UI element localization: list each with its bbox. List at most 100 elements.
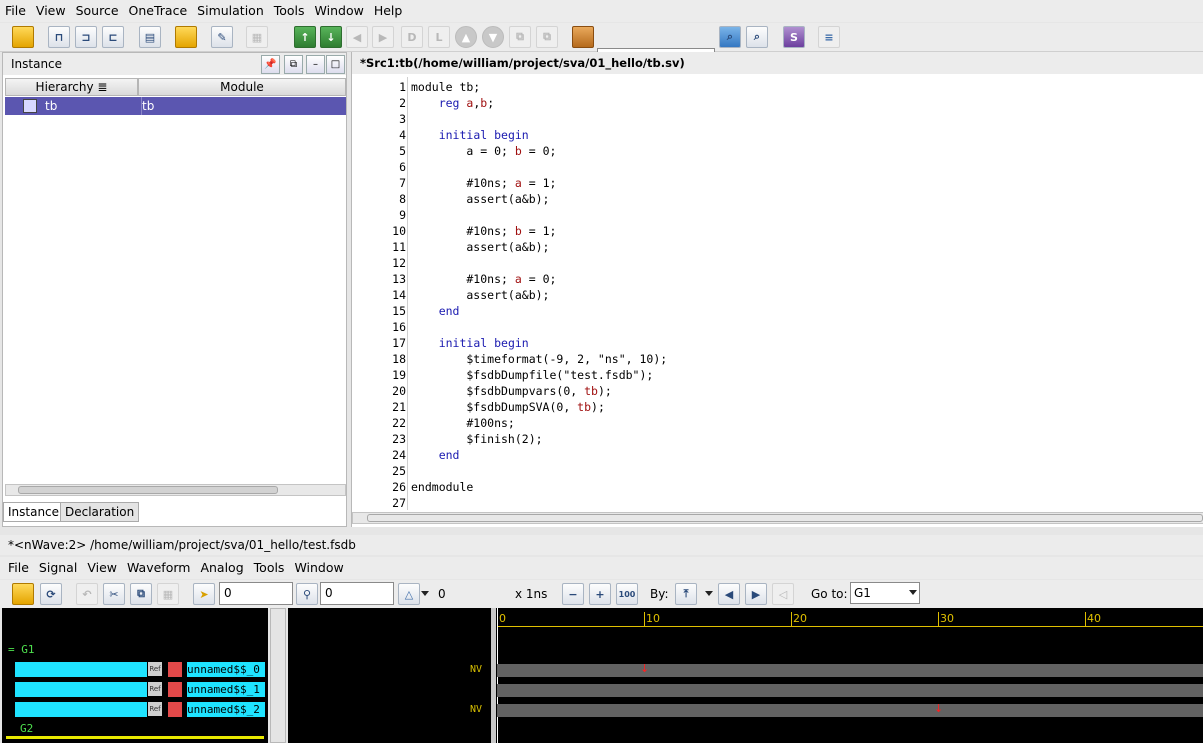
- zoom-out-icon[interactable]: −: [562, 583, 584, 605]
- menu-help[interactable]: Help: [369, 0, 408, 22]
- zoom-in-icon[interactable]: +: [589, 583, 611, 605]
- wave-menu-waveform[interactable]: Waveform: [122, 557, 195, 579]
- tab-declaration[interactable]: Declaration: [60, 502, 140, 522]
- code-line[interactable]: #10ns; b = 1;: [411, 223, 556, 239]
- driver-icon[interactable]: D: [401, 26, 423, 48]
- column-module[interactable]: Module: [138, 78, 346, 96]
- minimize-icon[interactable]: –: [306, 55, 325, 74]
- bookmark-icon[interactable]: [572, 26, 594, 48]
- wave-menu-view[interactable]: View: [82, 557, 122, 579]
- undock-icon[interactable]: ⧉: [284, 55, 303, 74]
- code-line[interactable]: initial begin: [411, 335, 529, 351]
- cut-icon[interactable]: ✂: [103, 583, 125, 605]
- folder-load-icon[interactable]: [175, 26, 197, 48]
- window-icon[interactable]: ▤: [139, 26, 161, 48]
- scroll-thumb[interactable]: [18, 486, 278, 494]
- marker-icon[interactable]: ⚲: [296, 583, 318, 605]
- signal-row-1[interactable]: Ref unnamed$$_1: [2, 682, 268, 697]
- collapse-icon[interactable]: ⧉: [536, 26, 558, 48]
- wave-menu-analog[interactable]: Analog: [195, 557, 248, 579]
- wave-menu-file[interactable]: File: [0, 557, 34, 579]
- edit-icon[interactable]: ✎: [211, 26, 233, 48]
- source-hscrollbar[interactable]: [352, 512, 1203, 524]
- code-line[interactable]: reg a,b;: [411, 95, 494, 111]
- search-back-icon[interactable]: ◁: [772, 583, 794, 605]
- column-menu-icon[interactable]: ≣: [97, 80, 107, 94]
- reload-icon[interactable]: ⟳: [40, 583, 62, 605]
- paste-icon[interactable]: ▦: [157, 583, 179, 605]
- cursor-time-field[interactable]: 0: [219, 582, 293, 605]
- column-hierarchy[interactable]: Hierarchy ≣: [5, 78, 138, 96]
- search-by-icon[interactable]: ⤒: [675, 583, 697, 605]
- load-icon[interactable]: L: [428, 26, 450, 48]
- code-line[interactable]: #10ns; a = 0;: [411, 271, 556, 287]
- menu-onetrace[interactable]: OneTrace: [124, 0, 193, 22]
- code-line[interactable]: $fsdbDumpSVA(0, tb);: [411, 399, 605, 415]
- search-icon[interactable]: ⌕: [719, 26, 741, 48]
- code-line[interactable]: end: [411, 303, 460, 319]
- pin-icon[interactable]: 📌: [261, 55, 280, 74]
- assertion-fail-marker-icon[interactable]: ↓: [640, 662, 649, 676]
- code-editor[interactable]: 1 2 3 4 5 6 7 8 9 10 11 12 13 14 15 16 17 18 19 20 21 22 23 24 2…: [352, 77, 1203, 510]
- menu-simulation[interactable]: Simulation: [192, 0, 269, 22]
- code-line[interactable]: initial begin: [411, 127, 529, 143]
- expand-icon[interactable]: ⧉: [509, 26, 531, 48]
- code-line[interactable]: endmodule: [411, 479, 473, 495]
- menu-window[interactable]: Window: [310, 0, 369, 22]
- verdi-icon[interactable]: S: [783, 26, 805, 48]
- undo-icon[interactable]: ↶: [76, 583, 98, 605]
- instance-row-tb[interactable]: tb tb: [5, 97, 346, 115]
- up-circle-icon[interactable]: ▲: [455, 26, 477, 48]
- scroll-thumb[interactable]: [367, 514, 1203, 522]
- schematic-icon[interactable]: ⊐: [75, 26, 97, 48]
- open-file-icon[interactable]: [12, 583, 34, 605]
- group-g1-label[interactable]: = G1: [8, 643, 35, 656]
- code-line[interactable]: #10ns; a = 1;: [411, 175, 556, 191]
- delta-dropdown-icon[interactable]: [421, 591, 429, 596]
- code-line[interactable]: assert(a&b);: [411, 191, 549, 207]
- search-prev-icon[interactable]: ◀: [718, 583, 740, 605]
- instance-hscrollbar[interactable]: [5, 484, 346, 496]
- signal-row-2[interactable]: Ref unnamed$$_2: [2, 702, 268, 717]
- code-line[interactable]: assert(a&b);: [411, 287, 549, 303]
- open-folder-icon[interactable]: [12, 26, 34, 48]
- wave-menu-signal[interactable]: Signal: [34, 557, 82, 579]
- group-g2-label[interactable]: G2: [20, 722, 33, 735]
- search-next-icon[interactable]: ▶: [745, 583, 767, 605]
- back-arrow-icon[interactable]: ◀: [346, 26, 368, 48]
- code-line[interactable]: #100ns;: [411, 415, 514, 431]
- xml-icon[interactable]: ≡: [818, 26, 840, 48]
- code-line[interactable]: assert(a&b);: [411, 239, 549, 255]
- tab-instance[interactable]: Instance: [3, 502, 65, 522]
- menu-file[interactable]: File: [0, 0, 31, 22]
- wave-menu-window[interactable]: Window: [289, 557, 348, 579]
- cursor-icon[interactable]: ➤: [193, 583, 215, 605]
- goto-combo[interactable]: G1: [850, 582, 920, 604]
- signal-list-pane[interactable]: = G1 Ref unnamed$$_0 Ref unnamed$$_1 Ref…: [2, 608, 268, 743]
- code-line[interactable]: module tb;: [411, 79, 480, 95]
- signal-row-0[interactable]: Ref unnamed$$_0: [2, 662, 268, 677]
- code-line[interactable]: $timeformat(-9, 2, "ns", 10);: [411, 351, 667, 367]
- down-circle-icon[interactable]: ▼: [482, 26, 504, 48]
- menu-view[interactable]: View: [31, 0, 71, 22]
- code-line[interactable]: $fsdbDumpvars(0, tb);: [411, 383, 611, 399]
- code-line[interactable]: $finish(2);: [411, 431, 542, 447]
- marker-time-field[interactable]: 0: [320, 582, 394, 605]
- menu-source[interactable]: Source: [71, 0, 124, 22]
- assertion-fail-marker-icon[interactable]: ↓: [934, 702, 943, 716]
- code-line[interactable]: a = 0; b = 0;: [411, 143, 556, 159]
- code-line[interactable]: $fsdbDumpfile("test.fsdb");: [411, 367, 653, 383]
- forward-arrow-icon[interactable]: ▶: [372, 26, 394, 48]
- trace-down-icon[interactable]: ↓: [320, 26, 342, 48]
- hierarchy-tree-icon[interactable]: ⊏: [102, 26, 124, 48]
- by-dropdown-icon[interactable]: [705, 591, 713, 596]
- wave-menu-tools[interactable]: Tools: [249, 557, 290, 579]
- waveform-icon[interactable]: ⊓: [48, 26, 70, 48]
- trace-up-icon[interactable]: ↑: [294, 26, 316, 48]
- signal-vscrollbar[interactable]: [270, 608, 286, 743]
- paste-icon[interactable]: ▦: [246, 26, 268, 48]
- copy-icon[interactable]: ⧉: [130, 583, 152, 605]
- find-icon[interactable]: ⌕: [746, 26, 768, 48]
- menu-tools[interactable]: Tools: [269, 0, 310, 22]
- code-line[interactable]: end: [411, 447, 460, 463]
